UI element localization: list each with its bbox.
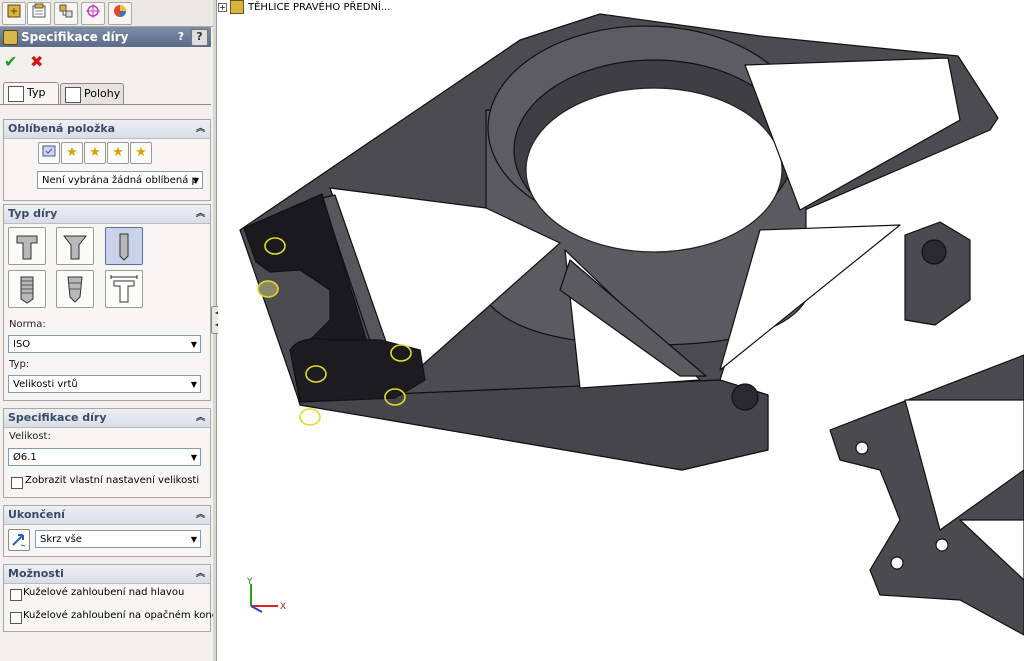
standard-value: ISO — [13, 339, 31, 350]
graphics-viewport[interactable]: Y X — [218, 0, 1024, 661]
hole-type-tab-icon — [8, 86, 24, 102]
collapse-icon[interactable]: ︽ — [196, 409, 205, 427]
head-countersink-label: Kuželové zahloubení nad hlavou — [23, 587, 185, 598]
head-countersink-checkbox[interactable] — [10, 589, 22, 601]
appearance-icon[interactable] — [108, 2, 132, 25]
configuration-icon[interactable] — [54, 2, 78, 25]
end-condition-group: Ukončení ︽ Skrz vše ▼ — [3, 505, 211, 557]
group-title: Ukončení — [8, 508, 65, 521]
target-icon[interactable] — [81, 2, 105, 25]
help-icon[interactable]: ? — [173, 29, 189, 44]
countersink-icon[interactable] — [56, 227, 94, 265]
collapse-icon[interactable]: ︽ — [196, 506, 205, 524]
tab-divider — [0, 104, 211, 105]
favorites-heading[interactable]: Oblíbená položka ︽ — [4, 120, 210, 139]
load-favorite-icon[interactable]: ★ — [130, 142, 152, 164]
manager-tab-bar — [0, 0, 213, 27]
group-title: Typ díry — [8, 207, 58, 220]
size-value: Ø6.1 — [13, 452, 37, 463]
type-select[interactable]: Velikosti vrtů ▼ — [8, 375, 201, 393]
feature-tree-icon[interactable] — [2, 2, 26, 25]
chevron-down-icon: ▼ — [190, 340, 197, 349]
group-title: Možnosti — [8, 567, 64, 580]
tab-polohy[interactable]: Polohy — [60, 83, 124, 105]
pipe-tap-icon[interactable] — [56, 270, 94, 308]
delete-favorite-icon[interactable]: ★ — [84, 142, 106, 164]
chevron-down-icon: ▼ — [190, 535, 197, 544]
view-triad: Y X — [246, 577, 286, 613]
cancel-button[interactable]: ✖ — [30, 52, 43, 71]
simple-hole-icon[interactable] — [105, 227, 143, 265]
reverse-direction-button[interactable] — [8, 529, 30, 551]
chevron-down-icon: ▼ — [192, 176, 199, 185]
property-manager-panel: Specifikace díry ? ? ✔ ✖ Typ Polohy Oblí… — [0, 0, 214, 661]
hole-type-heading[interactable]: Typ díry ︽ — [4, 205, 210, 224]
triad-x-label: X — [280, 602, 286, 612]
tab-label: Polohy — [84, 87, 121, 100]
page-title: Specifikace díry — [21, 30, 129, 44]
add-favorite-icon[interactable]: ★ — [61, 142, 83, 164]
counterbore-icon[interactable] — [8, 227, 46, 265]
chevron-down-icon: ▼ — [190, 453, 197, 462]
end-condition-value: Skrz vše — [40, 534, 82, 545]
custom-size-label: Zobrazit vlastní nastavení velikosti — [25, 475, 200, 486]
end-condition-select[interactable]: Skrz vše ▼ — [35, 530, 201, 548]
favorites-group: Oblíbená položka ︽ ★ ★ ★ ★ Není vybrána ž… — [3, 119, 211, 201]
size-select[interactable]: Ø6.1 ▼ — [8, 448, 201, 466]
standard-label: Norma: — [9, 319, 46, 330]
favorite-select[interactable]: Není vybrána žádná oblíbená p ▼ — [37, 171, 203, 189]
reverse-direction-icon — [12, 534, 26, 547]
tab-typ[interactable]: Typ — [3, 82, 59, 105]
favorite-value: Není vybrána žádná oblíbená p — [42, 175, 198, 186]
expand-icon[interactable]: + — [218, 2, 227, 12]
help-button[interactable]: ? — [191, 29, 208, 46]
hole-type-group: Typ díry ︽ Norma: ISO ▼ Typ: Velikosti vrt… — [3, 204, 211, 401]
tab-label: Typ — [27, 86, 46, 99]
model-view[interactable] — [218, 0, 1024, 661]
group-title: Specifikace díry — [8, 411, 107, 424]
standard-select[interactable]: ISO ▼ — [8, 335, 201, 353]
collapse-icon[interactable]: ︽ — [196, 120, 205, 138]
save-favorite-icon[interactable]: ★ — [107, 142, 129, 164]
type-label: Typ: — [9, 359, 30, 370]
far-side-countersink-label: Kuželové zahloubení na opačném konci — [23, 610, 214, 621]
part-icon — [230, 0, 244, 14]
collapse-icon[interactable]: ︽ — [196, 205, 205, 223]
hole-spec-group: Specifikace díry ︽ Velikost: Ø6.1 ▼ Zobraz… — [3, 408, 211, 498]
ok-button[interactable]: ✔ — [4, 52, 17, 71]
end-condition-heading[interactable]: Ukončení ︽ — [4, 506, 210, 525]
legacy-hole-icon[interactable] — [105, 270, 143, 308]
part-name: TĚHLICE PRAVÉHO PŘEDNÍ... — [248, 2, 391, 13]
tapped-hole-icon[interactable] — [8, 270, 46, 308]
apply-favorite-icon[interactable] — [38, 142, 60, 164]
group-title: Oblíbená položka — [8, 122, 116, 135]
size-label: Velikost: — [9, 431, 51, 442]
hole-wizard-icon — [3, 30, 18, 45]
options-heading[interactable]: Možnosti ︽ — [4, 565, 210, 584]
flyout-tree-node[interactable]: + TĚHLICE PRAVÉHO PŘEDNÍ... — [218, 0, 390, 16]
custom-size-checkbox[interactable] — [11, 477, 23, 489]
chevron-down-icon: ▼ — [190, 380, 197, 389]
hole-spec-heading[interactable]: Specifikace díry ︽ — [4, 409, 210, 428]
triad-y-label: Y — [246, 577, 253, 587]
positions-tab-icon — [65, 87, 81, 103]
options-group: Možnosti ︽ Kuželové zahloubení nad hlavou… — [3, 564, 214, 632]
property-manager-titlebar: Specifikace díry ? ? — [0, 27, 211, 47]
collapse-icon[interactable]: ︽ — [196, 565, 205, 583]
type-value: Velikosti vrtů — [13, 379, 78, 390]
property-manager-icon[interactable] — [27, 2, 51, 25]
far-side-countersink-checkbox[interactable] — [10, 612, 22, 624]
